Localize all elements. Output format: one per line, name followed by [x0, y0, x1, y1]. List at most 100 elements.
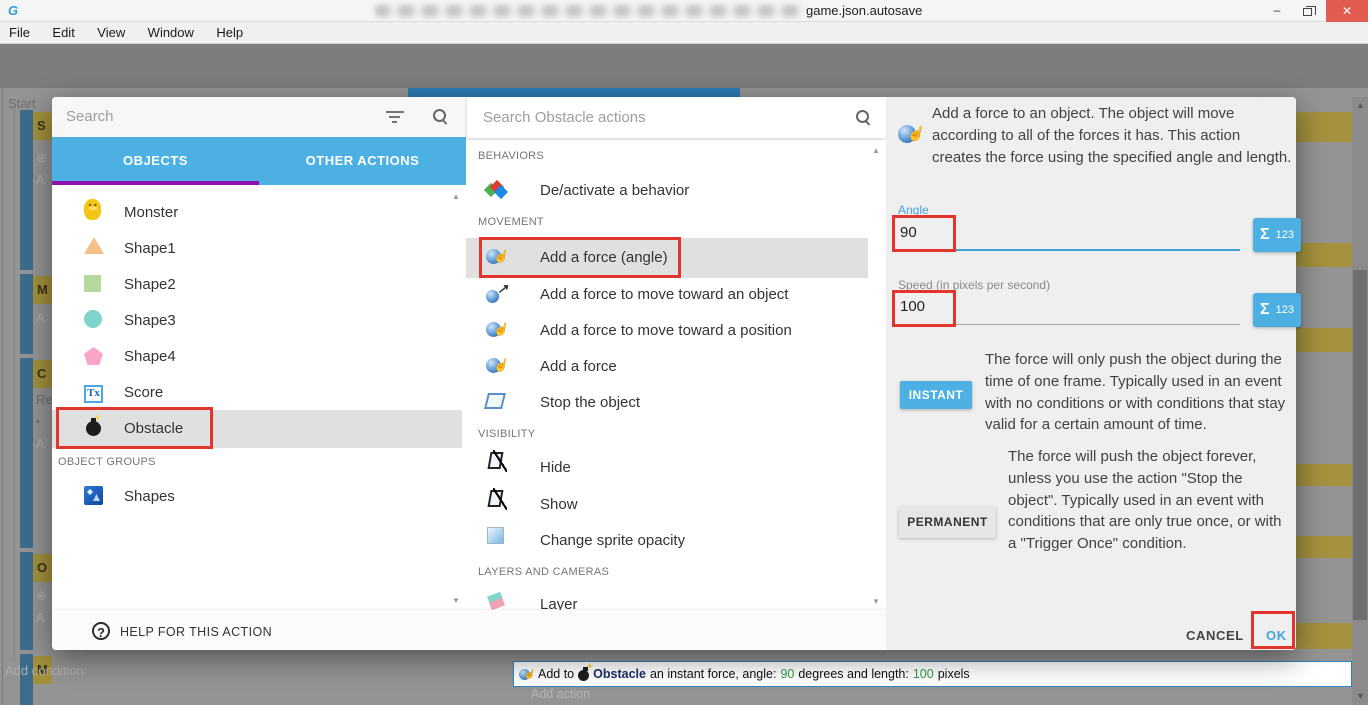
- opacity-icon: [487, 527, 504, 549]
- tab-objects[interactable]: OBJECTS: [52, 137, 259, 185]
- menu-file[interactable]: File: [0, 22, 39, 43]
- object-search-input[interactable]: Search: [66, 108, 114, 125]
- action-object-name: Obstacle: [593, 667, 646, 681]
- action-item-stop-object[interactable]: Stop the object: [540, 394, 640, 411]
- object-item-score[interactable]: Score: [124, 384, 163, 401]
- object-item-obstacle[interactable]: Obstacle: [124, 420, 183, 437]
- action-item-hide[interactable]: Hide: [540, 459, 571, 476]
- force-icon: ☝: [898, 123, 922, 152]
- section-behaviors: BEHAVIORS: [478, 150, 544, 162]
- object-item-shape2[interactable]: Shape2: [124, 276, 176, 293]
- bg-fragment: A: [36, 436, 45, 451]
- scroll-down-icon[interactable]: ▼: [1356, 691, 1365, 701]
- action-length-value: 100: [913, 667, 934, 681]
- menu-bar: File Edit View Window Help: [0, 22, 1368, 44]
- action-item-change-opacity[interactable]: Change sprite opacity: [540, 532, 685, 549]
- action-item-force-toward-position[interactable]: Add a force to move toward a position: [540, 322, 792, 339]
- action-search-input[interactable]: Search Obstacle actions: [483, 109, 646, 126]
- speed-expression-button[interactable]: Σ 123: [1253, 293, 1301, 327]
- help-bar: ? HELP FOR THIS ACTION: [52, 610, 886, 650]
- object-item-shape1[interactable]: Shape1: [124, 240, 176, 257]
- action-item-force-toward-object[interactable]: Add a force to move toward an object: [540, 286, 788, 303]
- search-icon[interactable]: [432, 108, 448, 124]
- restore-button[interactable]: [1292, 0, 1322, 22]
- restore-icon: [1303, 8, 1312, 16]
- action-angle-value: 90: [780, 667, 794, 681]
- sigma-icon: Σ: [1260, 301, 1270, 319]
- action-text-between: degrees and length:: [798, 667, 909, 681]
- object-item-shape4[interactable]: Shape4: [124, 348, 176, 365]
- menu-edit[interactable]: Edit: [43, 22, 83, 43]
- scroll-up-icon[interactable]: ▲: [1356, 100, 1365, 110]
- angle-expression-button[interactable]: Σ 123: [1253, 218, 1301, 252]
- minimize-button[interactable]: –: [1262, 0, 1292, 22]
- action-item-add-force[interactable]: Add a force: [540, 358, 617, 375]
- action-item-show[interactable]: Show: [540, 496, 578, 513]
- ok-button[interactable]: OK: [1266, 628, 1287, 643]
- action-list-scroll-down-icon[interactable]: ▼: [872, 597, 880, 606]
- permanent-description: The force will push the object forever, …: [1008, 446, 1292, 555]
- help-link[interactable]: HELP FOR THIS ACTION: [120, 625, 272, 639]
- title-bar: G game.json.autosave – ✕: [0, 0, 1368, 22]
- cancel-button[interactable]: CANCEL: [1186, 628, 1244, 643]
- bg-event-header: O: [33, 554, 52, 582]
- speed-label: Speed (in pixels per second): [898, 278, 1050, 292]
- force-icon: ☝: [486, 356, 506, 381]
- bg-add-condition: Add condition: [5, 663, 84, 678]
- menu-view[interactable]: View: [88, 22, 134, 43]
- add-action-row[interactable]: Add action: [513, 687, 1352, 705]
- search-icon[interactable]: [855, 109, 871, 125]
- triangle-icon: [84, 237, 104, 259]
- filter-icon[interactable]: [386, 110, 404, 124]
- action-list-scroll-up-icon[interactable]: ▲: [872, 146, 880, 155]
- object-item-obstacle-row[interactable]: [52, 410, 462, 448]
- group-item-shapes[interactable]: Shapes: [124, 488, 175, 505]
- window-title: game.json.autosave: [806, 3, 922, 18]
- help-icon[interactable]: ?: [92, 622, 110, 640]
- gdevelop-logo-icon: G: [8, 3, 23, 18]
- pentagon-icon: [84, 347, 103, 370]
- square-icon: [84, 275, 101, 297]
- action-item-layer[interactable]: Layer: [540, 596, 578, 610]
- object-list-scroll-up-icon[interactable]: ▲: [452, 192, 460, 201]
- speed-underline: [894, 324, 1240, 325]
- hide-icon: [489, 452, 502, 474]
- action-text-suffix: pixels: [938, 667, 970, 681]
- text-object-icon: Tx: [84, 383, 103, 403]
- bg-fragment: A: [36, 172, 45, 187]
- object-tabs: OBJECTS OTHER ACTIONS: [52, 137, 466, 185]
- toolbar: + + + + -: [0, 44, 1368, 88]
- instant-button[interactable]: INSTANT: [900, 381, 972, 409]
- show-icon: [489, 490, 502, 512]
- angle-input[interactable]: 90: [900, 224, 917, 241]
- bg-fragment: ▪: [36, 416, 40, 428]
- scrollbar-thumb[interactable]: [1353, 270, 1367, 620]
- bg-fragment: ⊕: [36, 588, 47, 604]
- bg-event-header: S: [33, 112, 52, 140]
- blurred-path-text: [375, 5, 803, 17]
- action-item-add-force-angle[interactable]: Add a force (angle): [540, 249, 668, 266]
- event-action-row[interactable]: ☝ Add to Obstacle an instant force, angl…: [513, 661, 1352, 687]
- speed-input[interactable]: 100: [900, 298, 925, 315]
- object-item-monster[interactable]: Monster: [124, 204, 178, 221]
- menu-help[interactable]: Help: [207, 22, 252, 43]
- force-toward-position-icon: ☝: [486, 320, 506, 345]
- bomb-icon: [578, 670, 589, 681]
- permanent-button[interactable]: PERMANENT: [899, 507, 996, 538]
- bg-event-header: C: [33, 360, 52, 388]
- object-list-scroll-down-icon[interactable]: ▼: [452, 596, 460, 605]
- object-item-shape3[interactable]: Shape3: [124, 312, 176, 329]
- active-scene-tab-sliver[interactable]: [408, 88, 740, 97]
- force-toward-object-icon: ↗: [486, 285, 506, 310]
- action-text-prefix: Add to: [538, 667, 574, 681]
- angle-label: Angle: [898, 203, 929, 217]
- action-item-deactivate-behavior[interactable]: De/activate a behavior: [540, 182, 689, 199]
- bg-event-header: M: [33, 276, 52, 304]
- action-search-bar: Search Obstacle actions: [466, 97, 886, 139]
- group-shapes-icon: [84, 486, 103, 510]
- close-button[interactable]: ✕: [1326, 0, 1368, 22]
- action-description: Add a force to an object. The object wil…: [932, 103, 1292, 168]
- menu-window[interactable]: Window: [139, 22, 203, 43]
- force-icon: ☝: [519, 667, 534, 682]
- tab-other-actions[interactable]: OTHER ACTIONS: [259, 137, 466, 185]
